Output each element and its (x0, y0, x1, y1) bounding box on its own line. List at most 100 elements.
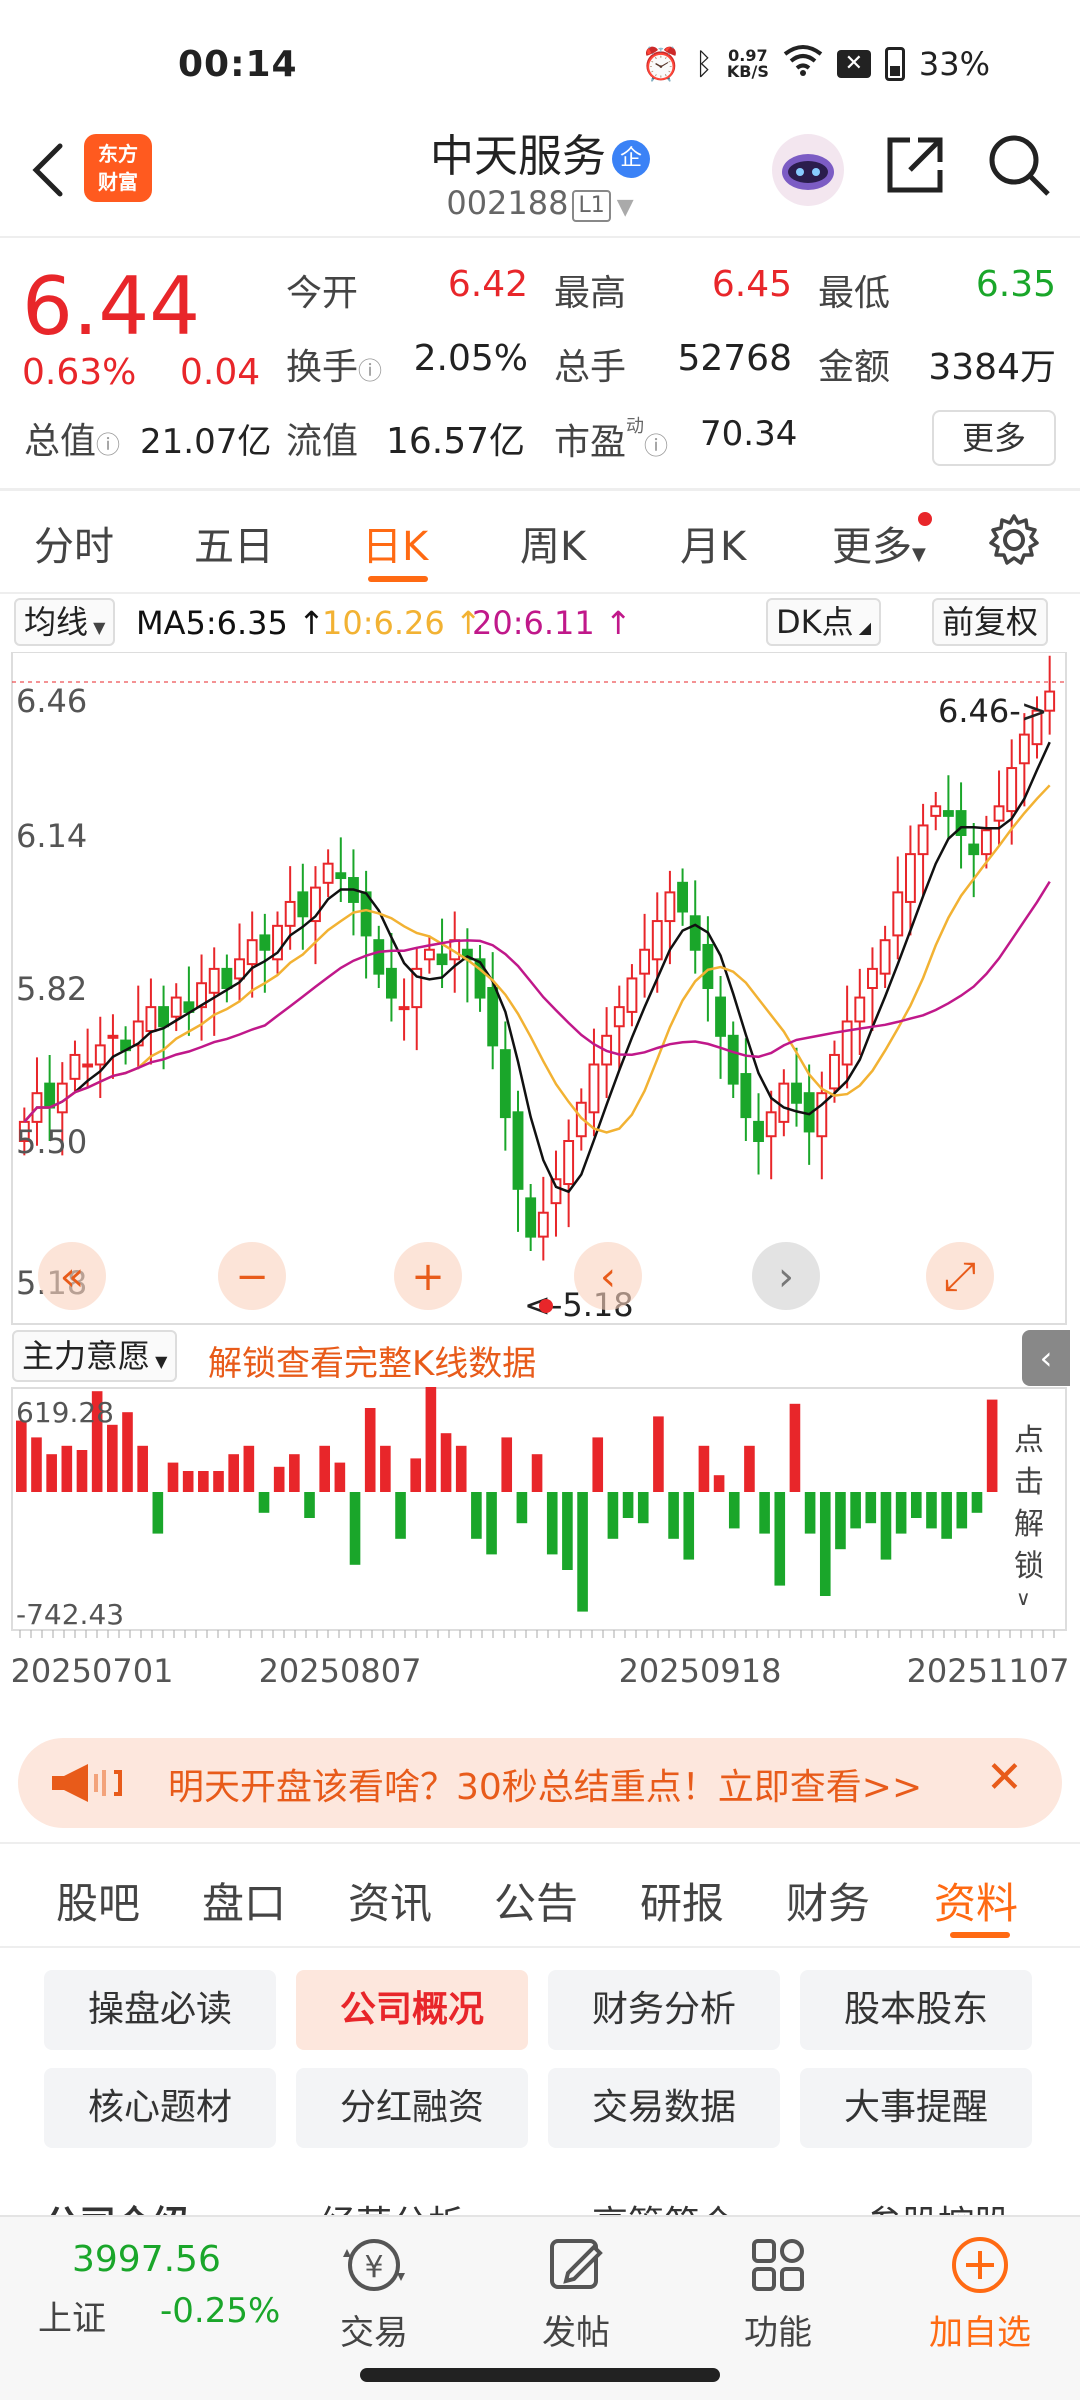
candle-body (791, 1082, 802, 1104)
rewind-icon-glyph: « (60, 1254, 84, 1300)
home-indicator (360, 2368, 720, 2382)
grid-events[interactable]: 大事提醒 (800, 2068, 1032, 2148)
candle-body (221, 967, 233, 989)
tab-five-day[interactable]: 五日 (194, 514, 274, 572)
grid-trading-data[interactable]: 交易数据 (548, 2068, 780, 2148)
indicator-bar (137, 1445, 148, 1492)
search-icon[interactable] (984, 130, 1064, 210)
indicator-bar (819, 1492, 831, 1596)
candle-body (904, 853, 916, 903)
turnover-value: 2.05% (413, 338, 528, 379)
candle-body (284, 900, 296, 927)
grid-dividends[interactable]: 分红融资 (296, 2068, 528, 2148)
nav-trade-label: 交易 (340, 2313, 408, 2353)
ma20-text: 20:6.11 (472, 604, 595, 642)
grid-trading-must-read[interactable]: 操盘必读 (44, 1970, 276, 2050)
indicator-bar (258, 1492, 270, 1513)
change-amount: 0.04 (180, 352, 261, 393)
indicator-selector[interactable]: 主力意愿 ▼ (12, 1330, 178, 1382)
turnover-label-text: 换手 (286, 347, 359, 388)
grid-core-themes[interactable]: 核心题材 (44, 2068, 276, 2148)
pe-label: 市盈动ⓘ (554, 412, 668, 465)
index-value[interactable]: 3997.56 (72, 2239, 221, 2280)
tab-daily-k[interactable]: 日K (362, 514, 428, 572)
tab-finance[interactable]: 财务 (786, 1870, 870, 1931)
level-badge: L1 (572, 190, 611, 222)
candle-body (246, 939, 258, 966)
candle-body (879, 939, 891, 975)
open-label: 今开 (286, 273, 359, 314)
nav-add-watchlist[interactable]: 加自选 (880, 2235, 1080, 2354)
nav-features[interactable]: 功能 (678, 2235, 878, 2354)
tab-pankou[interactable]: 盘口 (202, 1870, 286, 1931)
period-tabs: 分时 五日 日K 周K 月K 更多▼ (0, 490, 1080, 590)
indicator-bar (471, 1492, 482, 1539)
caret-down-icon: ▼ (150, 1352, 168, 1371)
tab-more[interactable]: 更多▼ (832, 512, 932, 572)
adjust-button[interactable]: 前复权 (932, 598, 1049, 646)
indicator-bar (122, 1412, 133, 1492)
pe-label-text: 市盈 (554, 422, 627, 463)
change-percent: 0.63% (22, 352, 137, 393)
candle-body (436, 953, 448, 966)
grid-shareholders[interactable]: 股本股东 (800, 1970, 1032, 2050)
nav-post[interactable]: 发帖 (476, 2235, 676, 2354)
index-change[interactable]: -0.25% (160, 2291, 280, 2331)
candle-body (892, 891, 904, 937)
candle-body (335, 872, 347, 880)
more-quote-button[interactable]: 更多 (932, 410, 1056, 466)
robot-assistant-icon[interactable] (768, 130, 848, 210)
dk-label: DK点 (776, 603, 854, 641)
info-icon[interactable]: ⓘ (644, 432, 668, 460)
indicator-bar (926, 1492, 937, 1529)
tab-announcements[interactable]: 公告 (494, 1870, 578, 1931)
candle-body (689, 915, 701, 951)
indicator-bar (744, 1445, 755, 1492)
close-icon[interactable]: ✕ (986, 1752, 1023, 1803)
tab-weekly-k[interactable]: 周K (520, 514, 586, 572)
promo-banner[interactable]: 明天开盘该看啥？30秒总结重点！立即查看>> ✕ (18, 1738, 1062, 1828)
indicator-bar (182, 1471, 194, 1492)
notification-dot (917, 512, 932, 526)
candle-body (727, 1034, 739, 1085)
tab-guba[interactable]: 股吧 (56, 1870, 140, 1931)
dk-point-button[interactable]: DK点 ◢ (766, 598, 882, 646)
candle-body (854, 996, 866, 1023)
candle-body (993, 805, 1005, 822)
active-tab-underline (368, 576, 428, 582)
extreme-labels: 6.46-><-5.18 (524, 692, 1048, 1324)
tab-intraday[interactable]: 分时 (34, 514, 114, 572)
candle-body (588, 1063, 600, 1114)
ma-selector[interactable]: 均线 ▼ (14, 598, 116, 646)
nav-trade[interactable]: ¥ 交易 (274, 2235, 474, 2354)
caret-down-icon: ▼ (912, 544, 926, 565)
chart-nav-buttons[interactable]: « − + ‹ › ⤢ (38, 1242, 994, 1310)
collapse-arrow-icon[interactable]: ‹ (1022, 1330, 1070, 1386)
kline-chart[interactable]: 6.466.145.825.505.18 6.46-><-5.18 «−+‹›⤢… (0, 652, 1080, 1702)
zoom-in-icon-glyph: + (411, 1254, 445, 1300)
unlock-notice[interactable]: 解锁查看完整K线数据 (208, 1336, 536, 1385)
candle-body (525, 1197, 537, 1238)
tab-research[interactable]: 研报 (640, 1870, 724, 1931)
ma-lines (23, 741, 1051, 1194)
y-tick-label: 6.14 (16, 817, 87, 855)
unlock-side-button[interactable]: 点击解锁 (1004, 1420, 1054, 1588)
tab-profile[interactable]: 资料 (934, 1870, 1018, 1931)
grid-financial-analysis[interactable]: 财务分析 (548, 1970, 780, 2050)
settings-gear-icon[interactable] (986, 512, 1042, 572)
x-tick-label: 20251107 (907, 1652, 1070, 1690)
info-icon[interactable]: ⓘ (96, 431, 120, 459)
candle-body (626, 977, 638, 1013)
indicator-bar (152, 1492, 164, 1534)
share-icon[interactable] (880, 130, 960, 210)
tab-news[interactable]: 资讯 (348, 1870, 432, 1931)
indicator-bar (592, 1437, 604, 1492)
index-name[interactable]: 上证 (38, 2291, 106, 2340)
info-icon[interactable]: ⓘ (358, 357, 382, 385)
indicator-bar (243, 1445, 255, 1492)
tab-monthly-k[interactable]: 月K (680, 514, 746, 572)
grid-company-overview[interactable]: 公司概况 (296, 1970, 528, 2050)
amount-value: 3384万 (928, 347, 1056, 388)
indicator-panel: 619.28 -742.43 (11, 1387, 1067, 1638)
tab-more-label: 更多 (832, 524, 912, 570)
